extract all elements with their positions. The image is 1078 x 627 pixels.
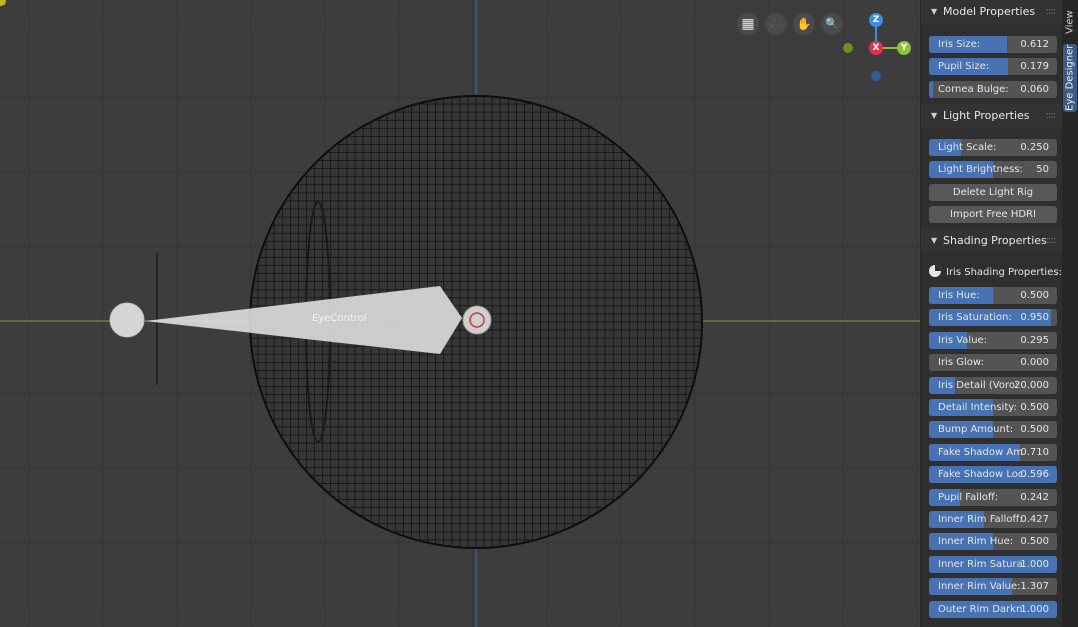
shading-properties-header[interactable]: ▼ Shading Properties :::: (921, 229, 1063, 253)
sidebar-tabs: View Eye Designer (1062, 0, 1078, 627)
neg-z-axis-ball[interactable] (871, 71, 881, 81)
light-properties-header[interactable]: ▼ Light Properties :::: (921, 104, 1063, 128)
delete-light-rig-button[interactable]: Delete Light Rig (929, 184, 1057, 201)
fake-shadow-amount-slider[interactable]: Fake Shadow Am:0.710 (929, 444, 1057, 461)
tab-eye-designer[interactable]: Eye Designer (1063, 44, 1077, 112)
drag-grip-icon[interactable]: :::: (1046, 229, 1055, 253)
slider-fill (929, 81, 933, 98)
neg-y-axis-ball[interactable] (843, 43, 853, 53)
collapse-arrow-icon[interactable]: ▼ (931, 0, 937, 24)
object-name-label: EyeControl (312, 313, 367, 324)
panel-title: Light Properties (943, 104, 1030, 128)
panel-title: Model Properties (943, 0, 1035, 24)
eye-control-empty[interactable] (463, 306, 491, 334)
detail-intensity-slider[interactable]: Detail Intensity:0.500 (929, 399, 1057, 416)
collapse-arrow-icon[interactable]: ▼ (931, 104, 937, 128)
iris-value-slider[interactable]: Iris Value:0.295 (929, 332, 1057, 349)
outer-rim-darkness-slider[interactable]: Outer Rim Darkn:1.000 (929, 601, 1057, 618)
iris-saturation-slider[interactable]: Iris Saturation:0.950 (929, 309, 1057, 326)
pupil-falloff-slider[interactable]: Pupil Falloff:0.242 (929, 489, 1057, 506)
pupil-size-slider[interactable]: Pupil Size: 0.179 (929, 58, 1057, 75)
inner-rim-saturation-slider[interactable]: Inner Rim Saturat:1.000 (929, 556, 1057, 573)
toggle-ortho-grid-icon[interactable]: ▦ (737, 13, 759, 35)
light-scale-slider[interactable]: Light Scale: 0.250 (929, 139, 1057, 156)
inner-rim-value-slider[interactable]: Inner Rim Value:1.307 (929, 578, 1057, 595)
drag-grip-icon[interactable]: :::: (1046, 104, 1055, 128)
import-free-hdri-button[interactable]: Import Free HDRI (929, 206, 1057, 223)
inner-rim-hue-slider[interactable]: Inner Rim Hue:0.500 (929, 533, 1057, 550)
3d-viewport[interactable]: EyeControl ▦ 🎥 ✋ 🔍 Z X Y (0, 0, 920, 627)
inner-rim-falloff-slider[interactable]: Inner Rim Falloff:0.427 (929, 511, 1057, 528)
iris-detail-slider[interactable]: Iris Detail (Voro:20.000 (929, 377, 1057, 394)
iris-size-slider[interactable]: Iris Size: 0.612 (929, 36, 1057, 53)
z-axis-ball[interactable]: Z (869, 13, 883, 27)
x-axis-ball[interactable]: X (869, 41, 883, 55)
tab-view[interactable]: View (1063, 4, 1077, 40)
panel-title: Shading Properties (943, 229, 1047, 253)
sidebar-panel[interactable]: ▼ Model Properties :::: Iris Size: 0.612… (920, 0, 1063, 627)
light-lamp-sphere[interactable] (110, 303, 144, 337)
iris-shading-subheader: Iris Shading Properties: (929, 264, 1062, 281)
pan-hand-icon[interactable]: ✋ (793, 13, 815, 35)
bump-amount-slider[interactable]: Bump Amount:0.500 (929, 421, 1057, 438)
model-properties-header[interactable]: ▼ Model Properties :::: (921, 0, 1063, 24)
shading-sphere-icon (929, 265, 941, 277)
collapse-arrow-icon[interactable]: ▼ (931, 229, 937, 253)
viewport-scene[interactable]: EyeControl (0, 0, 920, 627)
cornea-bulge-slider[interactable]: Cornea Bulge: 0.060 (929, 81, 1057, 98)
iris-glow-slider[interactable]: Iris Glow:0.000 (929, 354, 1057, 371)
light-brightness-slider[interactable]: Light Brightness: 50 (929, 161, 1057, 178)
y-axis-ball[interactable]: Y (897, 41, 911, 55)
fake-shadow-location-slider[interactable]: Fake Shadow Loc:0.596 (929, 466, 1057, 483)
iris-hue-slider[interactable]: Iris Hue:0.500 (929, 287, 1057, 304)
drag-grip-icon[interactable]: :::: (1046, 0, 1055, 24)
camera-view-icon[interactable]: 🎥 (765, 13, 787, 35)
